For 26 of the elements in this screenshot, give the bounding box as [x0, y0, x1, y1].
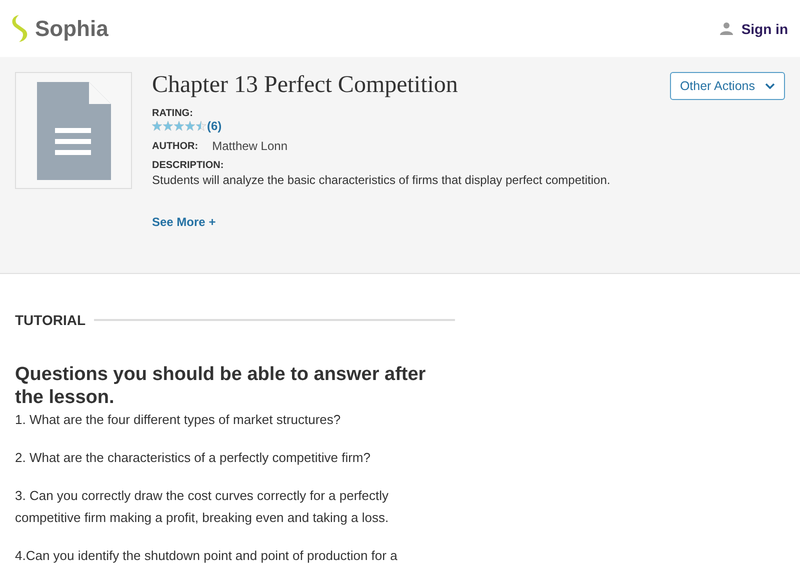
description-text: Students will analyze the basic characteristics of firms that display perfect competition. — [152, 173, 612, 187]
star-icon — [185, 121, 195, 131]
see-more-link[interactable]: See More + — [152, 215, 216, 229]
rating-label: RATING: — [152, 108, 194, 119]
star-icon — [174, 121, 184, 131]
star-icon — [152, 121, 162, 131]
question-text: 4.Can you identify the shutdown point and point of production for a — [15, 547, 398, 565]
description-label: DESCRIPTION: — [152, 160, 225, 171]
question-text: 2. What are the characteristics of a perfectly competitive firm? — [15, 449, 372, 467]
resource-title: Chapter 13 Perfect Competition — [152, 72, 458, 99]
logo[interactable]: Sophia — [35, 16, 108, 42]
person-icon — [720, 22, 734, 35]
tutorial-heading: Questions you should be able to answer after the lesson. — [15, 363, 427, 409]
section-label: TUTORIAL — [15, 312, 86, 328]
author-label: AUTHOR: — [152, 140, 198, 152]
author-name: Matthew Lonn — [212, 139, 288, 153]
sign-in-link[interactable]: Sign in — [720, 20, 788, 36]
rating-count[interactable]: (6) — [207, 119, 222, 133]
question-text: 1. What are the four different types of market structures? — [15, 411, 342, 429]
star-icon — [163, 121, 173, 131]
caret-icon — [765, 83, 775, 89]
star-icon — [196, 121, 206, 131]
question-text: 3. Can you correctly draw the cost curves correctly for a perfectly competitive firm making a profit, breaking even and taking a loss. — [15, 487, 390, 527]
other-actions-button[interactable]: Other Actions — [670, 72, 785, 100]
logo-icon — [10, 15, 29, 42]
document-icon — [36, 82, 110, 180]
